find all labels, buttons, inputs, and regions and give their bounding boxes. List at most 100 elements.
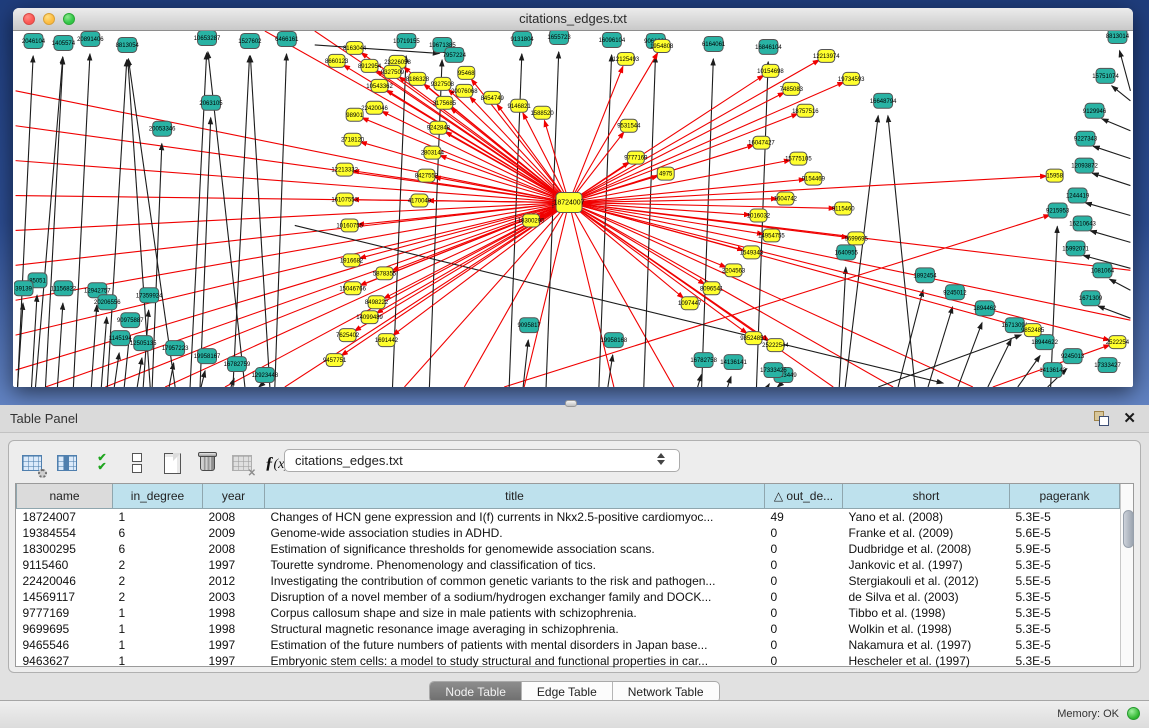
new-table-icon[interactable] [159,450,185,476]
table-cell[interactable]: 0 [765,573,843,589]
table-cell[interactable]: 1 [113,653,203,669]
select-columns-icon[interactable] [54,450,80,476]
table-cell[interactable]: Wolkin et al. (1998) [843,621,1010,637]
table-cell[interactable]: 5.3E-5 [1010,589,1120,605]
table-cell[interactable]: Jankovic et al. (1997) [843,557,1010,573]
table-cell[interactable]: 5.3E-5 [1010,509,1120,526]
table-cell[interactable]: 0 [765,637,843,653]
table-cell[interactable]: Genome-wide association studies in ADHD. [265,525,765,541]
table-cell[interactable]: 1 [113,509,203,526]
table-cell[interactable]: 6 [113,541,203,557]
network-canvas[interactable]: 1872400720461041405574208914068813054106… [14,31,1132,387]
table-row[interactable]: 1938455462009Genome-wide association stu… [17,525,1120,541]
table-cell[interactable]: 0 [765,589,843,605]
table-cell[interactable]: 0 [765,525,843,541]
table-cell[interactable]: Tourette syndrome. Phenomenology and cla… [265,557,765,573]
table-cell[interactable]: 2012 [203,573,265,589]
column-header-short[interactable]: short [843,484,1010,509]
tab-edge-table[interactable]: Edge Table [522,682,613,702]
column-header-out_de[interactable]: △ out_de... [765,484,843,509]
table-cell[interactable]: 9777169 [17,605,113,621]
table-row[interactable]: 969969511998Structural magnetic resonanc… [17,621,1120,637]
table-cell[interactable]: 5.3E-5 [1010,621,1120,637]
table-cell[interactable]: 5.9E-5 [1010,541,1120,557]
table-cell[interactable]: Estimation of significance thresholds fo… [265,541,765,557]
table-scrollbar[interactable] [1120,484,1133,666]
select-rows-icon[interactable]: ✔✔ [89,450,115,476]
delete-table-icon[interactable]: ✕ [229,450,255,476]
node-table[interactable]: namein_degreeyeartitle△ out_de...shortpa… [16,484,1120,669]
table-cell[interactable]: 5.6E-5 [1010,525,1120,541]
table-cell[interactable]: 2 [113,573,203,589]
table-cell[interactable]: Embryonic stem cells: a model to study s… [265,653,765,669]
table-cell[interactable]: Dudbridge et al. (2008) [843,541,1010,557]
table-cell[interactable]: 5.3E-5 [1010,653,1120,669]
table-cell[interactable]: Yano et al. (2008) [843,509,1010,526]
table-cell[interactable]: 2 [113,589,203,605]
table-cell[interactable]: Franke et al. (2009) [843,525,1010,541]
column-header-in_degree[interactable]: in_degree [113,484,203,509]
column-header-title[interactable]: title [265,484,765,509]
table-row[interactable]: 1872400712008Changes of HCN gene express… [17,509,1120,526]
table-cell[interactable]: 19384554 [17,525,113,541]
table-cell[interactable]: 9465546 [17,637,113,653]
table-row[interactable]: 2242004622012Investigating the contribut… [17,573,1120,589]
table-cell[interactable]: 5.3E-5 [1010,605,1120,621]
table-cell[interactable]: 5.3E-5 [1010,637,1120,653]
table-cell[interactable]: Changes of HCN gene expression and I(f) … [265,509,765,526]
table-cell[interactable]: Stergiakouli et al. (2012) [843,573,1010,589]
table-row[interactable]: 946362711997Embryonic stem cells: a mode… [17,653,1120,669]
column-header-year[interactable]: year [203,484,265,509]
table-cell[interactable]: 0 [765,541,843,557]
table-cell[interactable]: Nakamura et al. (1997) [843,637,1010,653]
table-selector-dropdown[interactable]: citations_edges.txt [284,449,680,472]
table-cell[interactable]: 0 [765,605,843,621]
table-cell[interactable]: 9463627 [17,653,113,669]
table-cell[interactable]: 18724007 [17,509,113,526]
table-cell[interactable]: Tibbo et al. (1998) [843,605,1010,621]
table-cell[interactable]: 14569117 [17,589,113,605]
table-cell[interactable]: 9115460 [17,557,113,573]
column-header-name[interactable]: name [17,484,113,509]
table-cell[interactable]: 6 [113,525,203,541]
table-cell[interactable]: 2009 [203,525,265,541]
table-row[interactable]: 977716911998Corpus callosum shape and si… [17,605,1120,621]
table-row[interactable]: 911546021997Tourette syndrome. Phenomeno… [17,557,1120,573]
table-cell[interactable]: Investigating the contribution of common… [265,573,765,589]
table-cell[interactable]: 1997 [203,637,265,653]
table-row[interactable]: 1830029562008Estimation of significance … [17,541,1120,557]
table-settings-icon[interactable] [19,450,45,476]
table-cell[interactable]: 2003 [203,589,265,605]
table-row[interactable]: 946554611997Estimation of the future num… [17,637,1120,653]
table-cell[interactable]: 22420046 [17,573,113,589]
clear-selection-icon[interactable] [124,450,150,476]
tab-network-table[interactable]: Network Table [613,682,719,702]
table-cell[interactable]: 18300295 [17,541,113,557]
table-cell[interactable]: 2 [113,557,203,573]
table-cell[interactable]: 1998 [203,605,265,621]
table-row[interactable]: 1456911722003Disruption of a novel membe… [17,589,1120,605]
table-cell[interactable]: 9699695 [17,621,113,637]
table-cell[interactable]: de Silva et al. (2003) [843,589,1010,605]
table-cell[interactable]: 49 [765,509,843,526]
float-panel-icon[interactable] [1094,411,1109,426]
table-cell[interactable]: 1 [113,605,203,621]
table-cell[interactable]: Disruption of a novel member of a sodium… [265,589,765,605]
table-cell[interactable]: 1997 [203,557,265,573]
table-cell[interactable]: 5.5E-5 [1010,573,1120,589]
table-cell[interactable]: 5.3E-5 [1010,557,1120,573]
table-cell[interactable]: 0 [765,621,843,637]
table-cell[interactable]: Corpus callosum shape and size in male p… [265,605,765,621]
table-cell[interactable]: Estimation of the future numbers of pati… [265,637,765,653]
table-cell[interactable]: 2008 [203,541,265,557]
table-cell[interactable]: 0 [765,557,843,573]
column-header-pagerank[interactable]: pagerank [1010,484,1120,509]
table-cell[interactable]: Hescheler et al. (1997) [843,653,1010,669]
table-cell[interactable]: 2008 [203,509,265,526]
network-window-titlebar[interactable]: citations_edges.txt [13,8,1133,31]
table-cell[interactable]: 1997 [203,653,265,669]
close-panel-icon[interactable]: ✕ [1123,409,1136,427]
table-cell[interactable]: Structural magnetic resonance image aver… [265,621,765,637]
tab-node-table[interactable]: Node Table [430,682,522,702]
panel-resize-grip[interactable] [565,400,577,407]
